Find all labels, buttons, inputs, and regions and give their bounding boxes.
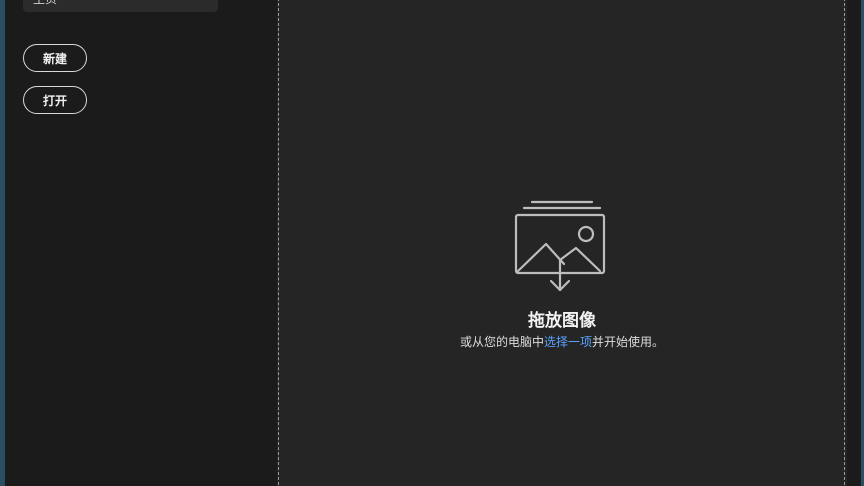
main-panel: 拖放图像 或从您的电脑中选择一项并开始使用。 bbox=[277, 0, 847, 486]
drop-zone-subtitle-prefix: 或从您的电脑中 bbox=[459, 335, 544, 349]
drop-zone-subtitle-suffix: 并开始使用。 bbox=[592, 335, 665, 349]
sidebar-item-home-label: 主页 bbox=[33, 0, 57, 6]
select-file-link[interactable]: 选择一项 bbox=[544, 335, 592, 349]
drop-zone-content: 拖放图像 或从您的电脑中选择一项并开始使用。 bbox=[277, 198, 847, 350]
app-window: 主页 新建 打开 拖放图像 或从您的电脑中选择一项并开始使用。 bbox=[0, 0, 864, 486]
open-button[interactable]: 打开 bbox=[23, 86, 87, 114]
sidebar: 主页 新建 打开 bbox=[5, 0, 277, 486]
image-upload-icon bbox=[514, 200, 606, 292]
sidebar-item-home[interactable]: 主页 bbox=[23, 0, 218, 12]
new-button[interactable]: 新建 bbox=[23, 44, 87, 72]
drop-zone-title: 拖放图像 bbox=[528, 311, 596, 331]
drop-zone-subtitle: 或从您的电脑中选择一项并开始使用。 bbox=[277, 333, 847, 350]
